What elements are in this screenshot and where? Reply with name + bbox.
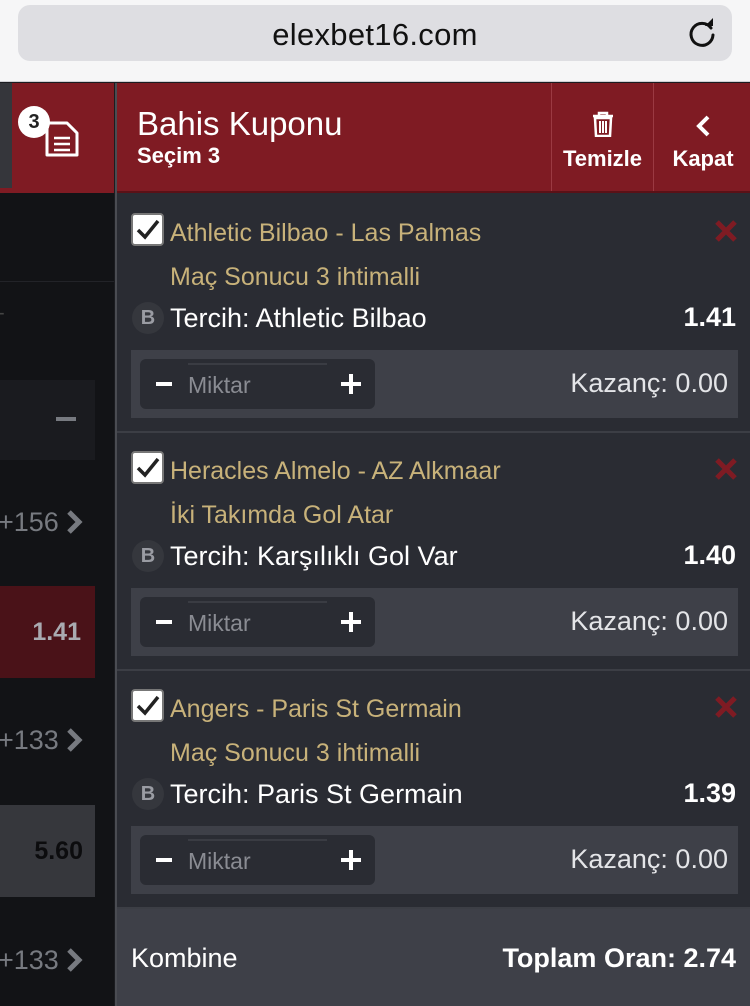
stake-input[interactable] <box>188 601 327 643</box>
coupon-count-badge: 3 <box>18 106 50 138</box>
odd-value: 1.41 <box>32 618 81 646</box>
row-dash: - <box>0 302 5 325</box>
checkmark-icon <box>136 695 160 716</box>
bet-selection: Heracles Almelo - AZ Alkmaar İki Takımda… <box>117 433 750 671</box>
match-name: Heracles Almelo - AZ Alkmaar <box>170 457 501 485</box>
stake-row: Kazanç: 0.00 <box>131 826 738 894</box>
plus-icon[interactable] <box>327 359 375 409</box>
more-markets-count: +133 <box>0 725 59 755</box>
stake-stepper <box>140 597 375 647</box>
odd-button[interactable]: 5.60 <box>0 805 95 897</box>
chevron-right-icon <box>67 728 83 752</box>
list-item[interactable]: +133 <box>0 703 114 783</box>
bet-selection: Angers - Paris St Germain Maç Sonucu 3 i… <box>117 671 750 909</box>
betslip-header: Bahis Kuponu Seçim 3 Temizle Kapat <box>117 83 750 193</box>
chevron-right-icon <box>67 948 83 972</box>
odd-button-selected[interactable]: 1.41 <box>0 586 95 678</box>
bet-selection: Athletic Bilbao - Las Palmas Maç Sonucu … <box>117 195 750 433</box>
checkmark-icon <box>136 219 160 240</box>
bet-type-badge: B <box>132 540 164 572</box>
list-item[interactable]: +133 <box>0 923 114 1003</box>
pick-text: Tercih: Karşılıklı Gol Var <box>170 541 458 571</box>
market-name: Maç Sonucu 3 ihtimalli <box>170 263 421 291</box>
winnings-text: Kazanç: 0.00 <box>570 844 728 874</box>
dash-icon <box>56 417 76 421</box>
stake-row: Kazanç: 0.00 <box>131 350 738 418</box>
list-item[interactable] <box>0 380 95 460</box>
more-markets-count: +133 <box>0 945 59 975</box>
chevron-left-icon <box>696 115 710 137</box>
stake-stepper <box>140 359 375 409</box>
remove-selection-icon[interactable] <box>714 219 738 243</box>
winnings-text: Kazanç: 0.00 <box>570 368 728 398</box>
tab-strip <box>0 83 12 188</box>
minus-icon[interactable] <box>140 359 188 409</box>
coupon-tab[interactable]: 3 <box>0 83 114 193</box>
stake-row: Kazanç: 0.00 <box>131 588 738 656</box>
betslip-footer: Kombine Toplam Oran: 2.74 <box>117 909 750 1006</box>
background-event-list: 3 - +156 1.41 +133 5.60 +133 <box>0 83 114 1006</box>
minus-icon[interactable] <box>140 835 188 885</box>
close-label: Kapat <box>672 146 734 171</box>
selection-count: Seçim 3 <box>137 143 221 168</box>
bet-type-badge: B <box>132 778 164 810</box>
pick-text: Tercih: Paris St Germain <box>170 779 463 809</box>
trash-icon <box>592 111 613 137</box>
match-name: Angers - Paris St Germain <box>170 695 462 723</box>
betslip-title: Bahis Kuponu <box>137 105 343 142</box>
stake-input[interactable] <box>188 839 327 881</box>
selection-checkbox[interactable] <box>131 689 164 722</box>
selection-checkbox[interactable] <box>131 451 164 484</box>
selection-checkbox[interactable] <box>131 213 164 246</box>
list-item: - <box>0 281 114 361</box>
chevron-right-icon <box>67 510 83 534</box>
remove-selection-icon[interactable] <box>714 457 738 481</box>
address-bar[interactable]: elexbet16.com <box>18 5 732 61</box>
url-text: elexbet16.com <box>272 17 478 52</box>
close-button[interactable]: Kapat <box>653 83 750 191</box>
reload-icon[interactable] <box>686 17 718 49</box>
remove-selection-icon[interactable] <box>714 695 738 719</box>
match-name: Athletic Bilbao - Las Palmas <box>170 219 482 247</box>
clear-label: Temizle <box>562 146 643 171</box>
pick-text: Tercih: Athletic Bilbao <box>170 303 427 333</box>
minus-icon[interactable] <box>140 597 188 647</box>
betslip-panel: Bahis Kuponu Seçim 3 Temizle Kapat Athle… <box>115 83 750 1006</box>
odd-value: 5.60 <box>34 837 83 865</box>
selection-odd: 1.39 <box>683 778 736 808</box>
selection-odd: 1.41 <box>683 302 736 332</box>
total-odds: Toplam Oran: 2.74 <box>502 943 736 973</box>
more-markets-count: +156 <box>0 507 59 537</box>
clear-button[interactable]: Temizle <box>551 83 653 191</box>
selection-odd: 1.40 <box>683 540 736 570</box>
list-item[interactable]: +156 <box>0 483 114 563</box>
bet-type-badge: B <box>132 302 164 334</box>
checkmark-icon <box>136 457 160 478</box>
browser-toolbar: elexbet16.com <box>0 0 750 82</box>
stake-input[interactable] <box>188 363 327 405</box>
stake-stepper <box>140 835 375 885</box>
plus-icon[interactable] <box>327 597 375 647</box>
plus-icon[interactable] <box>327 835 375 885</box>
bet-type-label: Kombine <box>131 943 238 973</box>
winnings-text: Kazanç: 0.00 <box>570 606 728 636</box>
market-name: İki Takımda Gol Atar <box>170 501 394 529</box>
market-name: Maç Sonucu 3 ihtimalli <box>170 739 421 767</box>
